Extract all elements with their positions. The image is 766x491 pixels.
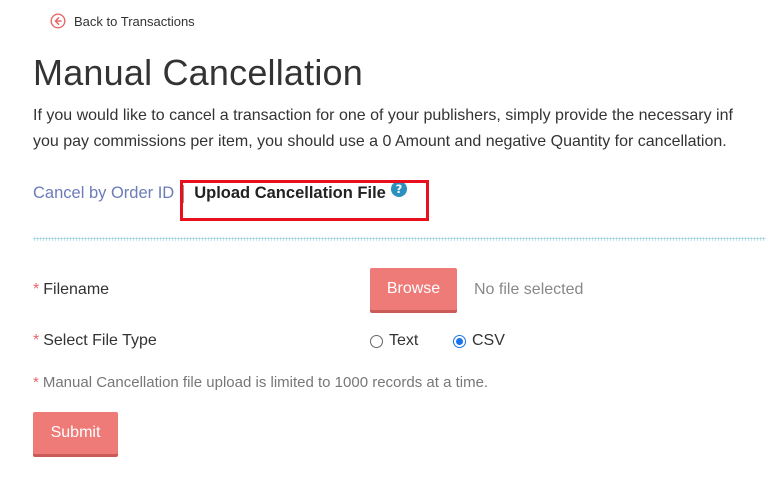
- filename-label: * Filename: [33, 281, 109, 299]
- required-marker: *: [33, 374, 39, 391]
- filename-label-text: Filename: [43, 281, 110, 298]
- back-to-transactions-link[interactable]: Back to Transactions: [50, 13, 195, 29]
- required-marker: *: [33, 281, 40, 298]
- description-line-1: If you would like to cancel a transactio…: [33, 107, 733, 124]
- file-type-label: * Select File Type: [33, 332, 157, 350]
- description-line-2: you pay commissions per item, you should…: [33, 133, 727, 150]
- page-title: Manual Cancellation: [33, 52, 363, 93]
- active-tab-highlight: [180, 180, 429, 221]
- dotted-divider: [33, 237, 766, 241]
- submit-button[interactable]: Submit: [33, 412, 118, 454]
- file-status-text: No file selected: [474, 281, 584, 298]
- page: Back to Transactions Manual Cancellation…: [0, 0, 766, 491]
- radio-csv[interactable]: [453, 334, 466, 348]
- radio-text-option[interactable]: Text: [370, 332, 418, 350]
- circle-arrow-left-icon: [50, 13, 66, 29]
- radio-csv-label: CSV: [472, 332, 505, 349]
- radio-text-label: Text: [389, 332, 419, 349]
- upload-limit-note: * Manual Cancellation file upload is limi…: [33, 374, 488, 391]
- required-marker: *: [33, 332, 40, 349]
- page-description: If you would like to cancel a transactio…: [33, 103, 766, 155]
- radio-csv-option[interactable]: CSV: [453, 332, 505, 350]
- radio-text[interactable]: [370, 334, 383, 348]
- upload-limit-note-text: Manual Cancellation file upload is limit…: [42, 374, 489, 391]
- browse-button[interactable]: Browse: [370, 268, 457, 310]
- back-link-label: Back to Transactions: [74, 13, 195, 29]
- tab-cancel-by-order-id[interactable]: Cancel by Order ID: [33, 184, 174, 203]
- file-type-label-text: Select File Type: [43, 332, 157, 349]
